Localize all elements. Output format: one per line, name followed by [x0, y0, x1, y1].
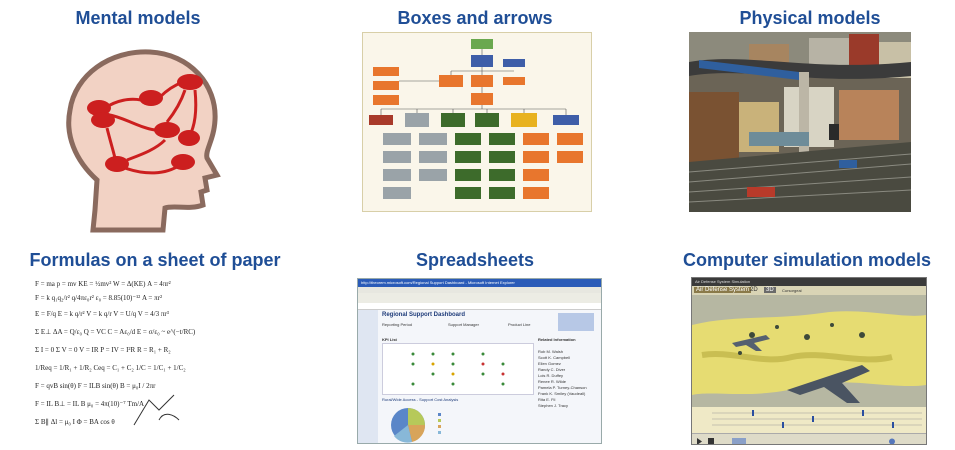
person-item[interactable]: Stephen J. Tracy: [538, 403, 568, 408]
manager-label: Support Manager: [448, 322, 479, 327]
radio-option[interactable]: Cursorgeal: [782, 288, 802, 293]
kpi-table: [382, 343, 534, 395]
speed-field: [732, 438, 746, 444]
chart-caption: Rural/Wide Access - Support Cost Analysi…: [382, 397, 459, 402]
sim-tabbar: Air Defense System 2D 3D Cursorgeal: [692, 286, 926, 295]
panel-title-simulation: Computer simulation models: [682, 250, 932, 270]
dashboard-title: Regional Support Dashboard: [382, 312, 466, 318]
sim-timeline-panel: [692, 407, 926, 433]
org-chart-image: [362, 32, 592, 212]
view-2d-button[interactable]: 2D: [750, 287, 758, 293]
address-bar[interactable]: [358, 303, 601, 310]
left-nav: [358, 310, 378, 443]
person-item[interactable]: Rita E. Fil: [538, 397, 555, 402]
head-icon: [66, 49, 221, 233]
window-title: http://theorem.microsoft.com/Regional Su…: [361, 280, 515, 285]
panel-title-boxes-and-arrows: Boxes and arrows: [397, 8, 553, 28]
play-icon: [697, 438, 702, 444]
spreadsheet-image: http://theorem.microsoft.com/Regional Su…: [357, 278, 602, 444]
people-list: Rob M. Walsh Scott K. Campbell Ellen Gom…: [538, 349, 596, 419]
org-connectors: [380, 49, 567, 115]
hand-rule-sketch: [133, 394, 180, 426]
pie-chart: [391, 408, 441, 443]
sim-3d-viewport[interactable]: [692, 295, 926, 407]
person-item[interactable]: Randy C. Diver: [538, 367, 565, 372]
view-3d-button[interactable]: 3D: [764, 287, 776, 293]
person-item[interactable]: Pamela P. Turney-Chanson: [538, 385, 587, 390]
toolbar: [358, 293, 601, 303]
model-railway-scene: [689, 32, 911, 212]
playback-icons[interactable]: [692, 436, 926, 445]
stop-icon: [708, 438, 714, 444]
panel-title-spreadsheets: Spreadsheets: [415, 250, 535, 270]
panel-title-mental-models: Mental models: [75, 8, 201, 28]
tab-air-defense[interactable]: Air Defense System: [694, 287, 752, 293]
person-item[interactable]: Lois R. Duffey: [538, 373, 563, 378]
sim-window-title: Air Defense System Simulation: [695, 279, 751, 284]
simulation-image: Air Defense System Simulation Air Defens…: [691, 277, 927, 445]
kpi-list-label: KPI List: [382, 337, 397, 342]
panel-title-formulas: Formulas on a sheet of paper: [29, 250, 281, 270]
person-item[interactable]: Frank K. Smiley (Vaudeall): [538, 391, 585, 396]
model-railway-image: [689, 32, 911, 212]
mental-models-image: [55, 40, 230, 235]
logo-banner: [558, 313, 594, 331]
panel-title-physical-models: Physical models: [739, 8, 881, 28]
formulas-image: F = ma p = mv KE = ½mv² W = Δ(KE) A = 4π…: [33, 280, 268, 440]
related-info-label: Related Information: [538, 337, 576, 342]
person-item[interactable]: Ellen Gomez: [538, 361, 561, 366]
person-item[interactable]: Rob M. Walsh: [538, 349, 563, 354]
sim-playback-controls: [692, 433, 926, 445]
sim-timeline-tracks: [712, 410, 922, 428]
person-item[interactable]: Scott K. Campbell: [538, 355, 570, 360]
sim-window-titlebar: Air Defense System Simulation: [692, 278, 926, 286]
period-label: Reporting Period: [382, 322, 413, 327]
kpi-status-icons: [411, 352, 505, 386]
product-line-label: Product Line: [508, 322, 531, 327]
camera-icon: [889, 438, 895, 444]
person-item[interactable]: Renee R. Wilde: [538, 379, 566, 384]
